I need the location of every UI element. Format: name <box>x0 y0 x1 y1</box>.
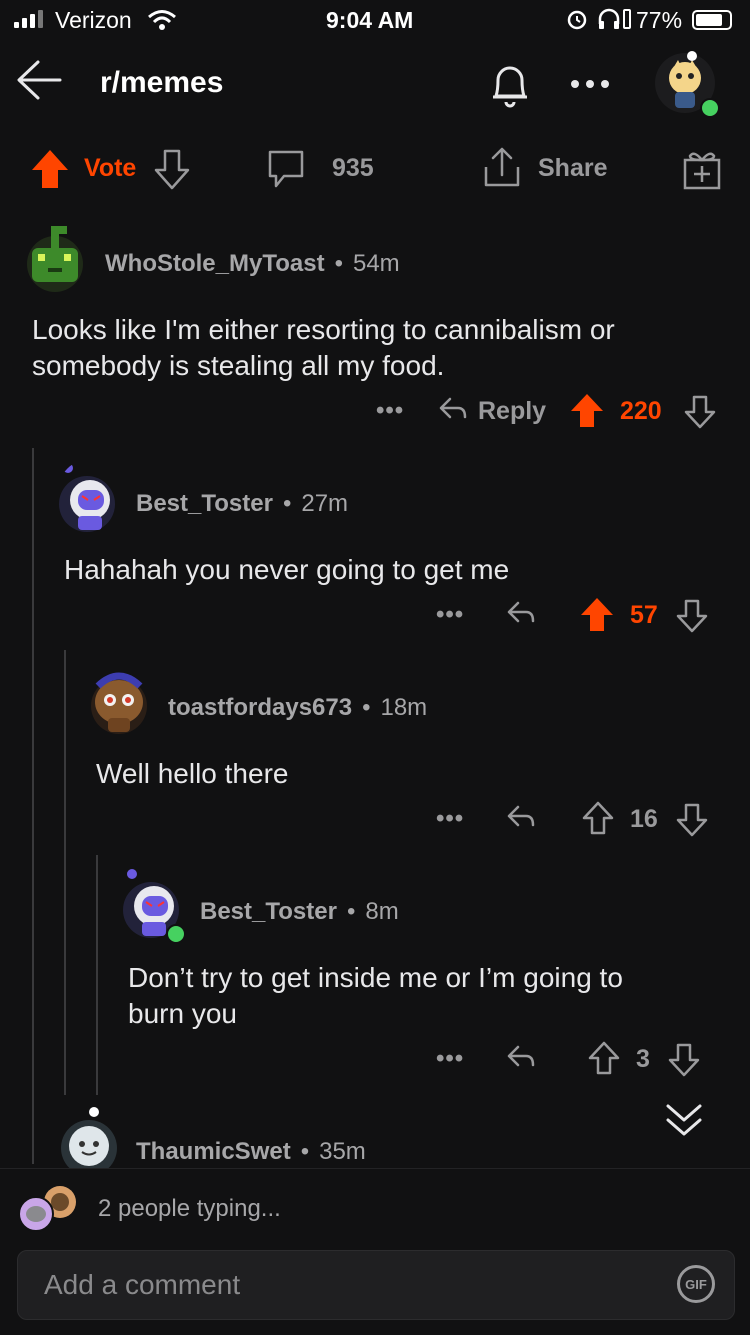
comment-input[interactable]: Add a comment GIF <box>17 1250 735 1320</box>
downvote-arrow-icon[interactable] <box>154 148 190 190</box>
gif-button[interactable]: GIF <box>677 1265 715 1303</box>
signal-icon <box>14 10 43 28</box>
comment-time: 35m <box>319 1138 366 1165</box>
post-action-bar: Vote 935 Share <box>0 140 750 200</box>
upvote-arrow-icon[interactable] <box>580 597 614 633</box>
comment-score: 3 <box>636 1045 650 1073</box>
comment-time: 27m <box>301 490 349 517</box>
avatar[interactable] <box>88 662 150 738</box>
avatar[interactable] <box>120 866 186 944</box>
comment-body-line: Hahahah you never going to get me <box>64 554 510 585</box>
battery-percent: 77% <box>636 7 683 33</box>
reply-button[interactable]: Reply <box>478 397 546 426</box>
separator-dot: • <box>346 898 356 925</box>
downvote-arrow-icon[interactable] <box>676 803 708 837</box>
alarm-icon <box>566 8 588 30</box>
wifi-icon <box>147 9 177 31</box>
comment-author[interactable]: ThaumicSwet <box>136 1138 291 1166</box>
comment-author[interactable]: toastfordays673 <box>168 694 352 722</box>
comment-author[interactable]: WhoStole_MyToast <box>105 250 325 278</box>
separator-dot: • <box>362 694 371 721</box>
comment-meta: WhoStole_MyToast • 54m <box>105 250 400 278</box>
separator-dot: • <box>334 250 343 277</box>
gift-icon[interactable] <box>682 148 722 190</box>
avatar[interactable] <box>56 460 118 536</box>
typing-indicator: 2 people typing... <box>98 1195 281 1222</box>
downvote-arrow-icon[interactable] <box>668 1043 700 1077</box>
comment-meta: Best_Toster • 27m <box>136 490 348 518</box>
comment-score: 220 <box>620 397 662 425</box>
back-arrow-icon[interactable] <box>14 58 64 102</box>
comment-icon[interactable] <box>266 148 306 190</box>
clock: 9:04 AM <box>326 7 414 33</box>
comment-time: 54m <box>352 250 400 277</box>
avatar[interactable] <box>24 220 86 296</box>
comment-more-button[interactable]: ••• <box>436 601 464 629</box>
online-indicator <box>700 98 720 118</box>
share-label[interactable]: Share <box>538 154 607 183</box>
comment-body: Looks like I'm either resorting to canni… <box>32 312 615 384</box>
bell-icon[interactable] <box>486 60 534 110</box>
reply-icon[interactable] <box>506 599 536 627</box>
comment-score: 57 <box>630 601 658 629</box>
next-comment-chevron-icon[interactable] <box>662 1100 706 1140</box>
comment-meta: ThaumicSwet • 35m <box>136 1138 366 1166</box>
comment-meta: Best_Toster • 8m <box>200 898 399 926</box>
share-icon[interactable] <box>482 145 522 189</box>
comment-body-line: Well hello there <box>96 758 289 789</box>
comment-time: 8m <box>365 898 399 925</box>
comment-body-line: Looks like I'm either resorting to canni… <box>32 314 615 345</box>
reply-icon[interactable] <box>506 803 536 831</box>
comment-author[interactable]: Best_Toster <box>136 490 273 518</box>
comment-body-line: somebody is stealing all my food. <box>32 350 445 381</box>
comment-author[interactable]: Best_Toster <box>200 898 337 926</box>
comment-score: 16 <box>630 805 658 833</box>
typing-avatars <box>18 1186 78 1232</box>
comment-placeholder[interactable]: Add a comment <box>44 1269 240 1301</box>
user-avatar[interactable] <box>652 50 720 118</box>
downvote-arrow-icon[interactable] <box>684 395 716 429</box>
thread-line[interactable] <box>32 448 34 1164</box>
status-bar: Verizon 9:04 AM 77% <box>0 0 750 40</box>
location-icon <box>623 9 631 29</box>
comment-body-line: Don’t try to get inside me or I’m going … <box>128 962 623 993</box>
downvote-arrow-icon[interactable] <box>676 599 708 633</box>
comment-body: Hahahah you never going to get me <box>64 552 509 588</box>
vote-label[interactable]: Vote <box>84 154 136 183</box>
comment-body: Don’t try to get inside me or I’m going … <box>128 960 623 1032</box>
comment-more-button[interactable]: ••• <box>436 805 464 833</box>
separator-dot: • <box>300 1138 310 1165</box>
upvote-arrow-icon[interactable] <box>588 1041 620 1075</box>
comment-meta: toastfordays673 • 18m <box>168 694 427 722</box>
comment-more-button[interactable]: ••• <box>376 397 404 425</box>
thread-line[interactable] <box>96 855 98 1095</box>
comment-count[interactable]: 935 <box>332 154 374 183</box>
battery-icon <box>692 10 732 30</box>
thread-line[interactable] <box>64 650 66 1095</box>
subreddit-title[interactable]: r/memes <box>100 66 223 100</box>
reply-icon[interactable] <box>438 395 468 423</box>
comment-more-button[interactable]: ••• <box>436 1045 464 1073</box>
reply-icon[interactable] <box>506 1043 536 1071</box>
online-indicator <box>166 924 186 944</box>
comment-time: 18m <box>380 694 428 721</box>
comment-body: Well hello there <box>96 756 288 792</box>
upvote-arrow-icon[interactable] <box>30 148 70 190</box>
more-options-icon[interactable] <box>570 78 610 90</box>
headphones-icon <box>597 8 621 30</box>
upvote-arrow-icon[interactable] <box>570 393 604 429</box>
separator-dot: • <box>282 490 292 517</box>
avatar[interactable] <box>56 1104 122 1168</box>
upvote-arrow-icon[interactable] <box>582 801 614 835</box>
comment-body-line: burn you <box>128 998 237 1029</box>
carrier-label: Verizon <box>55 7 132 33</box>
